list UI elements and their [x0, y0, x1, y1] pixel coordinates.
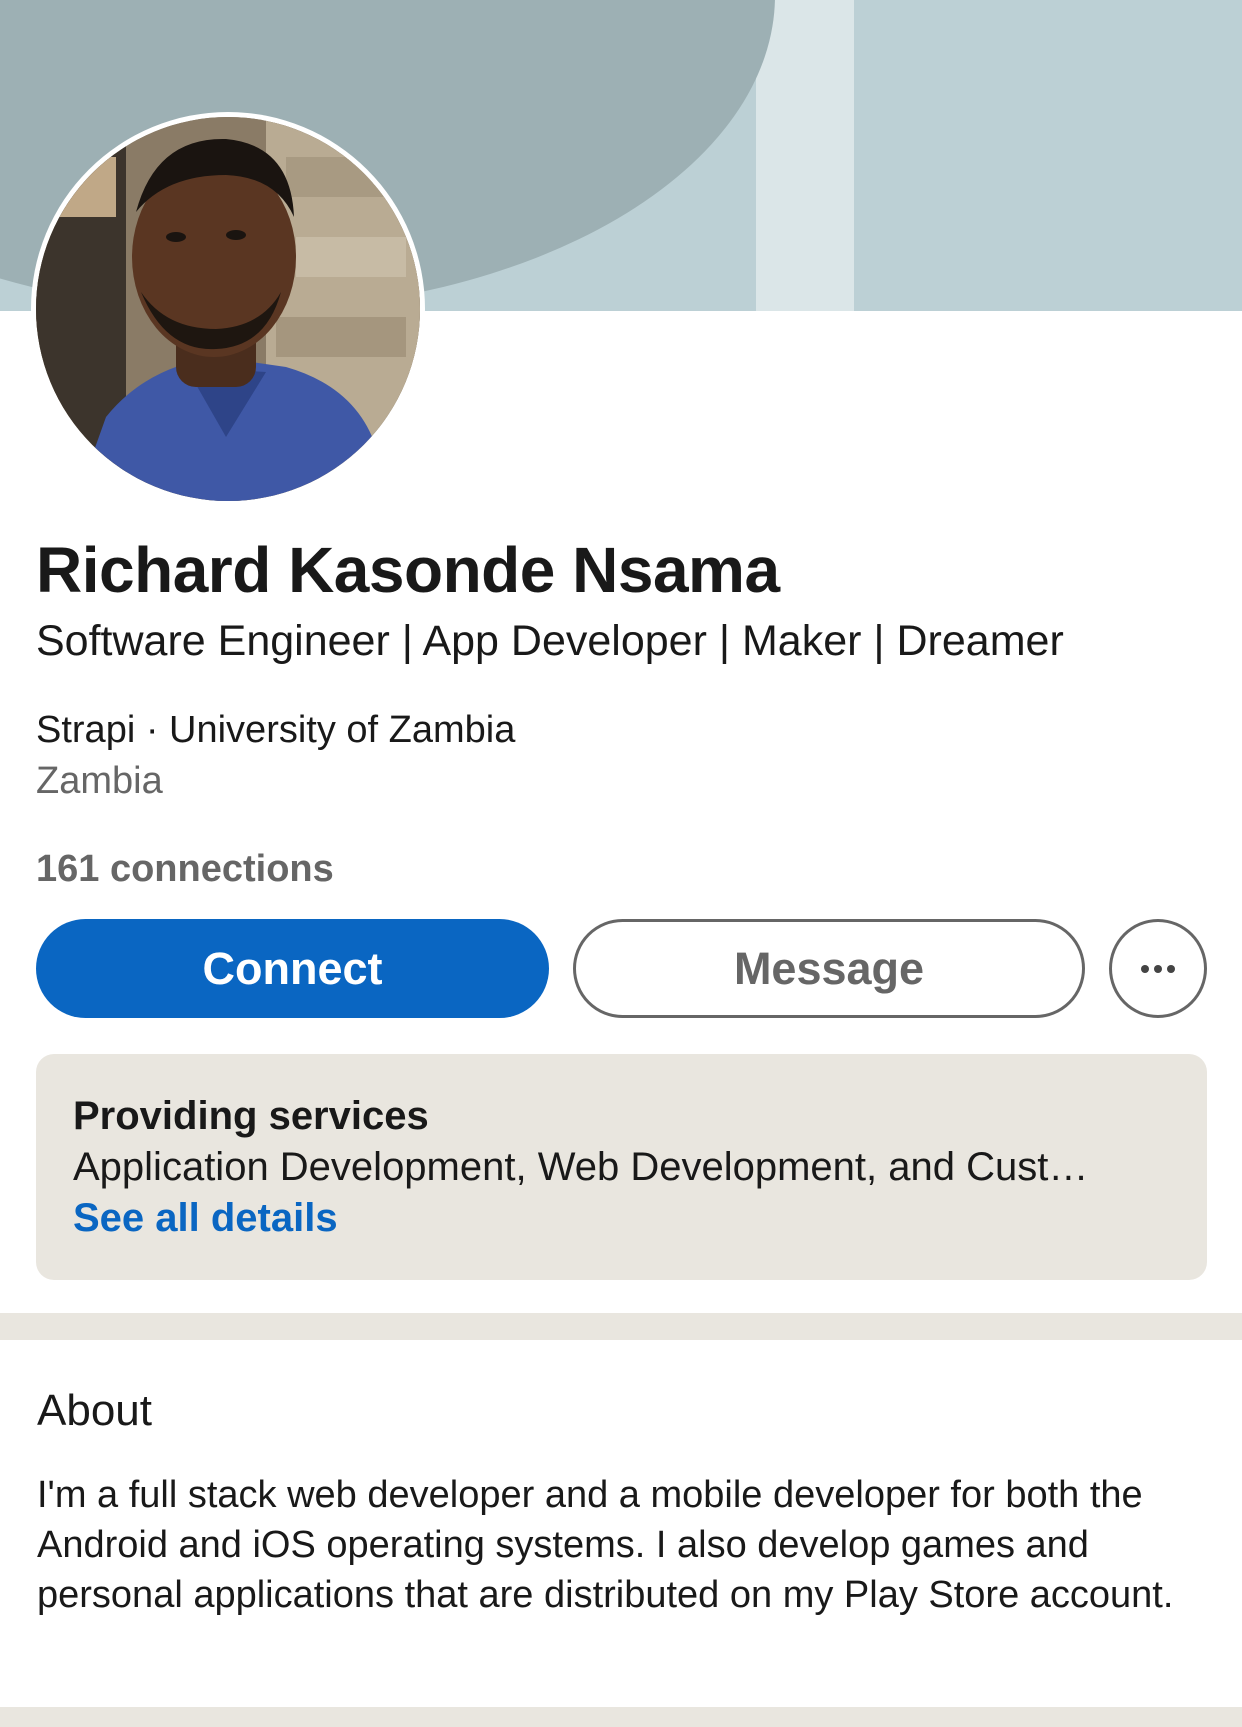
profile-page: Richard Kasonde Nsama Software Engineer …: [0, 0, 1242, 1727]
profile-avatar[interactable]: [31, 112, 425, 506]
more-options-button[interactable]: [1109, 919, 1207, 1018]
about-text: I'm a full stack web developer and a mob…: [37, 1474, 1174, 1616]
profile-photo: [36, 117, 420, 501]
profile-location: Zambia: [36, 760, 163, 802]
services-list: Application Development, Web Development…: [73, 1145, 1089, 1189]
more-horizontal-icon: [1141, 964, 1149, 973]
message-button[interactable]: Message: [573, 919, 1085, 1018]
services-title: Providing services: [73, 1094, 429, 1138]
about-section: About I'm a full stack web developer and…: [0, 1340, 1242, 1707]
profile-headline: Software Engineer | App Developer | Make…: [36, 617, 1064, 665]
banner-stripe: [756, 0, 854, 311]
connections-count[interactable]: 161 connections: [36, 848, 334, 891]
more-horizontal-icon-dot: [1154, 964, 1162, 973]
profile-top-card: Richard Kasonde Nsama Software Engineer …: [0, 0, 1242, 1313]
more-horizontal-icon-dot: [1167, 964, 1175, 973]
connect-button[interactable]: Connect: [36, 919, 549, 1018]
profile-name: Richard Kasonde Nsama: [36, 534, 780, 606]
see-all-details-link[interactable]: See all details: [73, 1196, 338, 1241]
profile-organization[interactable]: Strapi · University of Zambia: [36, 709, 515, 752]
providing-services-card[interactable]: Providing services Application Developme…: [36, 1054, 1207, 1280]
about-title: About: [37, 1386, 152, 1435]
avatar-portrait-icon: [36, 117, 420, 501]
